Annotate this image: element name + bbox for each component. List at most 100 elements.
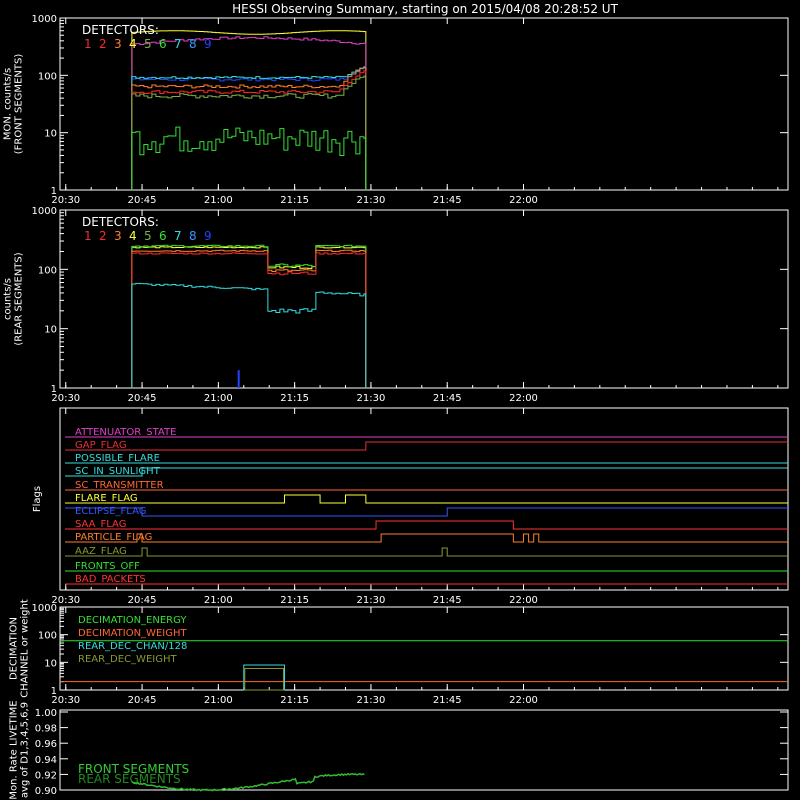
rear-panel-frame xyxy=(59,209,789,389)
flags-panel-x-tick-label: 21:00 xyxy=(204,595,233,606)
front-series-9 xyxy=(131,65,367,190)
flag-row: FLARE_FLAG xyxy=(65,493,788,504)
flags-panel-x-tick-label: 21:45 xyxy=(433,595,462,606)
front-panel-legend-detector: 4 xyxy=(129,37,137,51)
flag-label: GAP_FLAG xyxy=(75,440,127,451)
front-panel-x-tick-label: 21:30 xyxy=(357,195,386,206)
flag-label: FLARE_FLAG xyxy=(75,493,138,504)
livetime-y-tick-label: 0.98 xyxy=(35,724,57,735)
rear-panel-legend-detector: 3 xyxy=(114,229,122,243)
rear-series-4 xyxy=(131,246,367,388)
front-series-7 xyxy=(131,66,367,190)
flag-label: AAZ_FLAG xyxy=(75,546,127,557)
flag-label: BAD_PACKETS xyxy=(75,574,146,585)
rear-panel-legend-detector: 2 xyxy=(99,229,107,243)
rear-panel-legend-title: DETECTORS: xyxy=(82,215,159,229)
decimation-panel-ylabel-line: DECIMATION xyxy=(9,617,20,680)
rear-panel-y-tick-label: 1000 xyxy=(32,206,57,217)
rear-panel-x-tick-label: 20:45 xyxy=(128,393,157,404)
front-panel-legend-detector: 1 xyxy=(84,37,92,51)
rear-panel-y-tick-label: 100 xyxy=(38,265,57,276)
front-panel-legend-detector: 8 xyxy=(189,37,197,51)
rear-series-2 xyxy=(131,252,367,388)
flag-row: SC_TRANSMITTER xyxy=(65,480,788,491)
livetime-y-tick-label: 0.90 xyxy=(35,786,57,797)
front-panel-legend-detector: 7 xyxy=(174,37,182,51)
livetime-y-tick-label: 0.96 xyxy=(35,739,57,750)
chart-title: HESSI Observing Summary, starting on 201… xyxy=(232,2,618,16)
flag-label: FRONTS_OFF xyxy=(75,561,140,572)
front-series-5 xyxy=(131,75,367,190)
front-panel-y-tick-label: 1 xyxy=(51,186,57,197)
decimation-panel-ylabel-line: CHANNEL or weight xyxy=(20,599,31,698)
decimation-panel-y-tick-label: 100 xyxy=(38,631,57,642)
flag-row: FRONTS_OFF xyxy=(65,561,788,572)
flags-panel-ylabel-line: Flags xyxy=(32,486,43,512)
decimation-panel-y-tick-label: 1 xyxy=(51,686,57,697)
rear-panel-legend-detector: 1 xyxy=(84,229,92,243)
front-panel-legend-detector: 5 xyxy=(144,37,152,51)
front-series-3 xyxy=(131,66,367,190)
flag-row: SAA_FLAG xyxy=(65,519,788,530)
decimation-panel-x-tick-label: 21:15 xyxy=(280,695,309,706)
front-series-6 xyxy=(131,126,367,190)
rear-panel-legend-detector: 6 xyxy=(159,229,167,243)
front-panel-legend-detector: 3 xyxy=(114,37,122,51)
livetime-legend-entry: REAR SEGMENTS xyxy=(78,772,181,786)
flags-panel-x-tick-label: 21:15 xyxy=(280,595,309,606)
rear-panel-x-tick-label: 21:45 xyxy=(433,393,462,404)
flag-line xyxy=(65,467,788,477)
flag-line xyxy=(65,441,788,451)
rear-panel-legend-detector: 7 xyxy=(174,229,182,243)
front-panel-x-tick-label: 21:45 xyxy=(433,195,462,206)
front-series-4 xyxy=(131,30,367,190)
livetime-panel-ylabel-line: avg of D1,3,4,5,6,9 xyxy=(20,702,31,798)
front-panel-legend-detector: 6 xyxy=(159,37,167,51)
front-panel-x-tick-label: 22:00 xyxy=(509,195,538,206)
rear-panel-y-tick-label: 1 xyxy=(51,384,57,395)
front-panel-x-tick-label: 20:45 xyxy=(128,195,157,206)
front-panel-x-tick-label: 21:00 xyxy=(204,195,233,206)
flag-row: GAP_FLAG xyxy=(65,440,788,451)
flag-row: POSSIBLE_FLARE xyxy=(65,453,788,464)
flag-row: AAZ_FLAG xyxy=(65,546,788,557)
livetime-y-tick-label: 1.00 xyxy=(35,708,57,719)
rear-panel-legend-detector: 9 xyxy=(204,229,212,243)
flag-label: ATTENUATOR_STATE xyxy=(75,427,176,438)
front-panel-legend-title: DETECTORS: xyxy=(82,23,159,37)
decimation-panel-y-tick-label: 10 xyxy=(44,658,57,669)
rear-dec-weight-box xyxy=(244,667,284,691)
decimation-panel-x-tick-label: 22:00 xyxy=(509,695,538,706)
front-panel-ylabel: MON. counts/s (FRONT SEGMENTS) xyxy=(3,54,25,155)
rear-panel-legend-detector: 8 xyxy=(189,229,197,243)
rear-panel-legend-detector: 5 xyxy=(144,229,152,243)
flags-panel-x-tick-label: 21:30 xyxy=(357,595,386,606)
flag-label: SAA_FLAG xyxy=(75,519,126,530)
flag-line xyxy=(65,494,788,504)
livetime-y-tick-label: 0.92 xyxy=(35,770,57,781)
front-panel-legend-detector: 9 xyxy=(204,37,212,51)
decimation-legend-entry: REAR_DEC_WEIGHT xyxy=(78,654,177,665)
rear-panel-y-tick-label: 10 xyxy=(44,325,57,336)
decimation-legend-entry: DECIMATION_WEIGHT xyxy=(78,628,187,639)
front-panel-legend-detector: 2 xyxy=(99,37,107,51)
hessi-summary-chart: HESSI Observing Summary, starting on 201… xyxy=(3,2,789,800)
livetime-y-tick-label: 0.94 xyxy=(35,755,57,766)
decimation-panel-ylabel: DECIMATION CHANNEL or weight xyxy=(9,599,31,698)
decimation-legend-entry: DECIMATION_ENERGY xyxy=(78,615,187,626)
rear-series-6 xyxy=(131,244,367,388)
flags-panel-x-tick-label: 22:00 xyxy=(509,595,538,606)
front-panel-ylabel-line: (FRONT SEGMENTS) xyxy=(14,54,25,155)
flag-label: POSSIBLE_FLARE xyxy=(75,453,160,464)
front-panel-y-tick-label: 1000 xyxy=(32,14,57,25)
livetime-panel-ylabel: Mon. Rate LIVETIME avg of D1,3,4,5,6,9 xyxy=(9,700,31,799)
flag-label: SC_TRANSMITTER xyxy=(75,480,164,491)
flag-line xyxy=(65,547,788,557)
front-panel-frame xyxy=(59,17,789,191)
flag-row: ECLIPSE_FLAG xyxy=(65,506,788,517)
flag-row: PARTICLE_FLAG xyxy=(65,532,788,543)
rear-panel-x-tick-label: 21:30 xyxy=(357,393,386,404)
livetime-panel-ylabel-line: Mon. Rate LIVETIME xyxy=(9,700,20,799)
flags-panel-x-tick-label: 20:45 xyxy=(128,595,157,606)
flags-panel-ylabel: Flags xyxy=(32,486,43,512)
